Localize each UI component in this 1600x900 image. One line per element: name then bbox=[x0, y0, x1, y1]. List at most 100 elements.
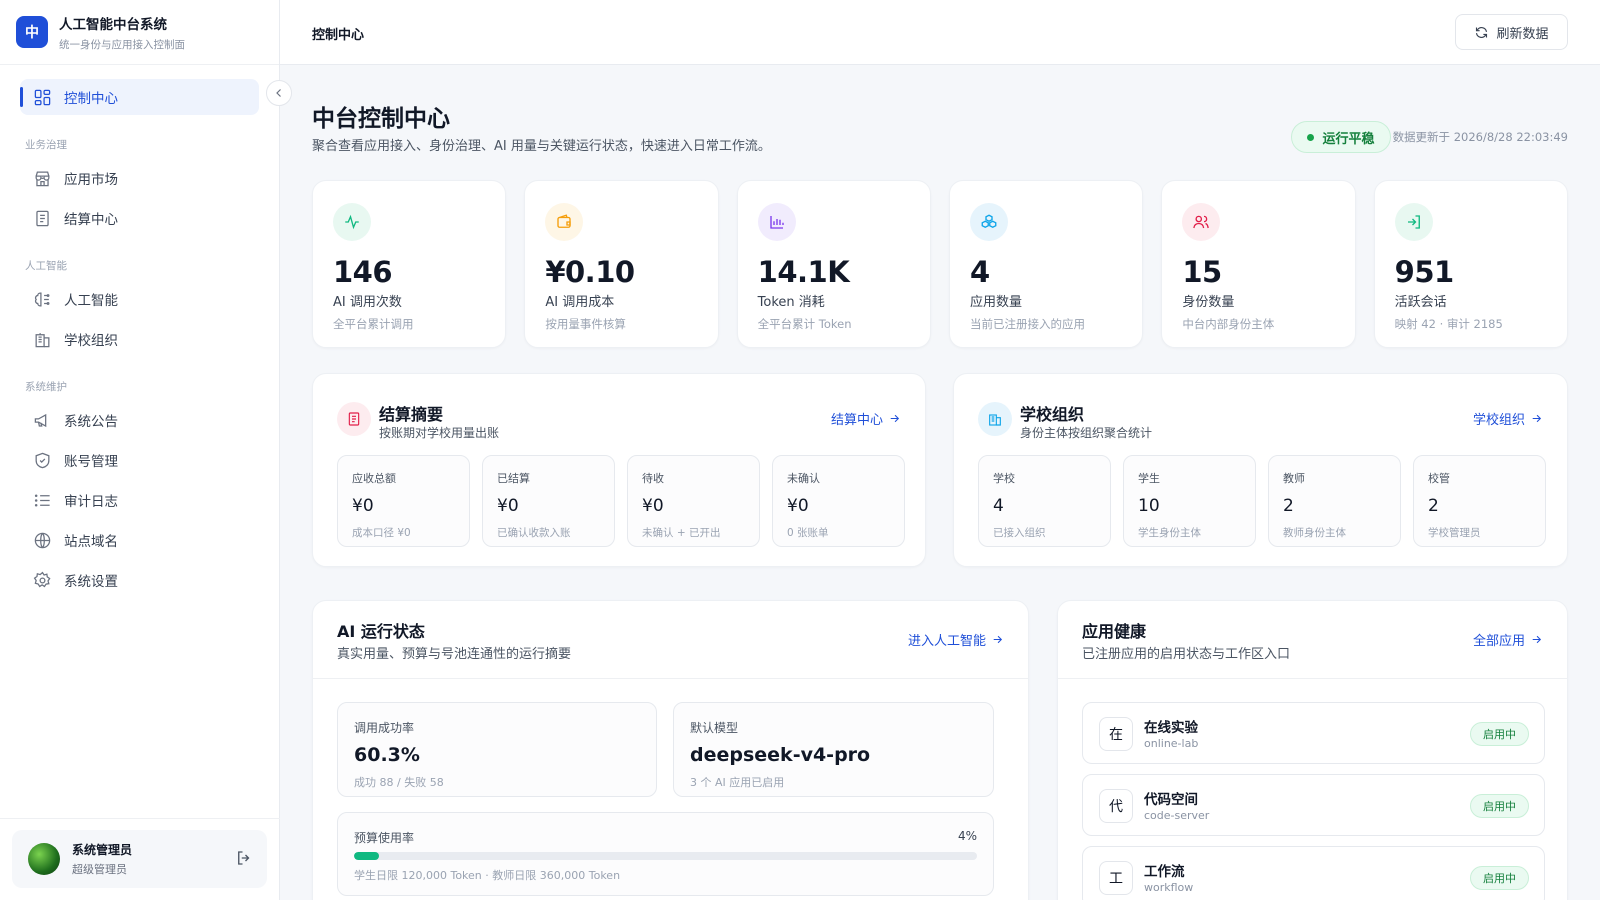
metric-value: 2 bbox=[1428, 496, 1439, 516]
metric-sub: 已确认收款入账 bbox=[497, 527, 571, 539]
stat-sub: 全平台累计调用 bbox=[333, 317, 414, 331]
refresh-icon bbox=[1476, 26, 1488, 38]
logout-icon[interactable] bbox=[235, 849, 253, 867]
stat-value: ¥0.10 bbox=[545, 255, 635, 289]
arrow-right-icon bbox=[1532, 635, 1542, 644]
stat-sub: 按用量事件核算 bbox=[545, 317, 626, 331]
app-row-online-lab[interactable]: 在 在线实验 online-lab 启用中 bbox=[1082, 702, 1545, 764]
school-org-link[interactable]: 学校组织 bbox=[1473, 409, 1543, 428]
refresh-button[interactable]: 刷新数据 bbox=[1455, 14, 1568, 50]
metric-label: 默认模型 bbox=[690, 721, 739, 735]
app-row-workflow[interactable]: 工 工作流 workflow 启用中 bbox=[1082, 846, 1545, 900]
receipt-icon bbox=[337, 402, 371, 436]
metric-sub: 0 张账单 bbox=[787, 527, 829, 539]
sidebar-item-label: 审计日志 bbox=[64, 494, 118, 510]
settlement-panel: 结算摘要 按账期对学校用量出账 结算中心 应收总额 ¥0 成本口径 ¥0 已结算… bbox=[312, 373, 926, 567]
user-role: 超级管理员 bbox=[72, 863, 127, 876]
brand-title: 人工智能中台系统 bbox=[59, 16, 167, 33]
metric-sub: 未确认 + 已开出 bbox=[642, 527, 721, 539]
app-row-code-server[interactable]: 代 代码空间 code-server 启用中 bbox=[1082, 774, 1545, 836]
school-panel: 学校组织 身份主体按组织聚合统计 学校组织 学校 4 已接入组织 学生 10 学… bbox=[953, 373, 1568, 567]
sidebar-item-ai[interactable]: 人工智能 bbox=[20, 281, 259, 317]
stat-sub: 映射 42 · 审计 2185 bbox=[1394, 317, 1503, 331]
megaphone-icon bbox=[34, 413, 47, 427]
sidebar: 中 人工智能中台系统 统一身份与应用接入控制面 控制中心 业务治理 应用市场 结… bbox=[0, 0, 280, 900]
link-label: 结算中心 bbox=[830, 413, 883, 428]
sidebar-item-school[interactable]: 学校组织 bbox=[20, 321, 259, 357]
login-icon bbox=[1394, 203, 1433, 241]
sidebar-collapse-button[interactable] bbox=[266, 80, 292, 106]
budget-label: 预算使用率 bbox=[354, 831, 415, 845]
sidebar-item-accounts[interactable]: 账号管理 bbox=[20, 442, 259, 478]
success-rate-value: 60.3% bbox=[354, 744, 420, 766]
stat-label: 身份数量 bbox=[1182, 295, 1235, 310]
app-name: 在线实验 bbox=[1144, 720, 1198, 736]
metric-value: ¥0 bbox=[352, 496, 374, 516]
metric-card: 教师 2 教师身份主体 bbox=[1268, 455, 1401, 547]
chevron-left-icon bbox=[276, 89, 281, 97]
stat-card-ai-calls: 146 AI 调用次数 全平台累计调用 bbox=[312, 180, 507, 348]
user-card[interactable]: 系统管理员 超级管理员 bbox=[12, 830, 267, 888]
sidebar-item-announcement[interactable]: 系统公告 bbox=[20, 402, 259, 438]
metric-sub: 成功 88 / 失败 58 bbox=[354, 776, 444, 789]
stat-label: AI 调用次数 bbox=[333, 295, 402, 310]
topbar: 控制中心 刷新数据 bbox=[280, 0, 1600, 65]
sidebar-item-settings[interactable]: 系统设置 bbox=[20, 562, 259, 598]
sidebar-item-label: 学校组织 bbox=[64, 333, 118, 349]
metric-label: 待收 bbox=[642, 472, 664, 485]
stat-value: 15 bbox=[1182, 255, 1222, 289]
sidebar-item-label: 站点域名 bbox=[64, 534, 118, 550]
sidebar-item-dashboard[interactable]: 控制中心 bbox=[20, 79, 259, 115]
budget-progress-bar bbox=[354, 852, 977, 860]
arrow-right-icon bbox=[890, 414, 900, 423]
stat-card-sessions: 951 活跃会话 映射 42 · 审计 2185 bbox=[1373, 180, 1568, 348]
nav-group-label: 人工智能 bbox=[25, 260, 67, 272]
updated-timestamp: 数据更新于 2026/8/28 22:03:49 bbox=[1392, 130, 1568, 144]
sidebar-item-label: 系统设置 bbox=[64, 574, 118, 590]
breadcrumb: 控制中心 bbox=[312, 28, 365, 43]
budget-card: 预算使用率 4% 学生日限 120,000 Token · 教师日限 360,0… bbox=[337, 812, 994, 896]
sidebar-item-app-market[interactable]: 应用市场 bbox=[20, 160, 259, 196]
brand-subtitle: 统一身份与应用接入控制面 bbox=[59, 38, 185, 51]
stat-label: 应用数量 bbox=[969, 295, 1022, 310]
settlement-center-link[interactable]: 结算中心 bbox=[831, 409, 901, 428]
metric-sub: 学生身份主体 bbox=[1138, 527, 1201, 539]
stat-sub: 全平台累计 Token bbox=[757, 317, 852, 331]
sidebar-item-label: 账号管理 bbox=[64, 454, 118, 470]
panel-subtitle: 身份主体按组织聚合统计 bbox=[1020, 426, 1153, 440]
panel-subtitle: 按账期对学校用量出账 bbox=[379, 426, 500, 440]
metric-label: 应收总额 bbox=[352, 472, 396, 485]
metric-value: 4 bbox=[993, 496, 1004, 516]
stat-card-ai-cost: ¥0.10 AI 调用成本 按用量事件核算 bbox=[524, 180, 719, 348]
budget-sub: 学生日限 120,000 Token · 教师日限 360,000 Token bbox=[354, 869, 621, 882]
panel-title: 学校组织 bbox=[1020, 405, 1085, 424]
sidebar-item-settlement[interactable]: 结算中心 bbox=[20, 200, 259, 236]
panel-title: 应用健康 bbox=[1082, 622, 1147, 641]
enter-ai-link[interactable]: 进入人工智能 bbox=[908, 630, 1004, 649]
success-rate-card: 调用成功率 60.3% 成功 88 / 失败 58 bbox=[337, 702, 657, 797]
sidebar-nav: 控制中心 业务治理 应用市场 结算中心 人工智能 人工智能 学校组织 系统维护 … bbox=[0, 65, 279, 598]
wallet-icon bbox=[545, 203, 584, 241]
sidebar-item-domains[interactable]: 站点域名 bbox=[20, 522, 259, 558]
stat-card-identities: 15 身份数量 中台内部身份主体 bbox=[1161, 180, 1356, 348]
stat-label: Token 消耗 bbox=[757, 295, 825, 310]
sidebar-item-audit[interactable]: 审计日志 bbox=[20, 482, 259, 518]
ai-status-panel: AI 运行状态 真实用量、预算与号池连通性的运行摘要 进入人工智能 调用成功率 … bbox=[312, 600, 1029, 900]
sidebar-item-label: 控制中心 bbox=[64, 91, 118, 107]
stat-sub: 中台内部身份主体 bbox=[1182, 317, 1275, 331]
settlement-metrics: 应收总额 ¥0 成本口径 ¥0 已结算 ¥0 已确认收款入账 待收 ¥0 未确认… bbox=[337, 455, 905, 547]
nav-group-label: 业务治理 bbox=[25, 139, 67, 151]
panel-title: 结算摘要 bbox=[379, 405, 444, 424]
status-dot bbox=[1307, 133, 1315, 141]
globe-icon bbox=[34, 532, 51, 548]
bar-chart-icon bbox=[757, 203, 796, 241]
stats-row: 146 AI 调用次数 全平台累计调用 ¥0.10 AI 调用成本 按用量事件核… bbox=[312, 180, 1568, 348]
metric-sub: 已接入组织 bbox=[993, 527, 1046, 539]
all-apps-link[interactable]: 全部应用 bbox=[1473, 630, 1543, 649]
default-model-card: 默认模型 deepseek-v4-pro 3 个 AI 应用已启用 bbox=[673, 702, 994, 797]
metric-value: ¥0 bbox=[497, 496, 519, 516]
store-icon bbox=[35, 171, 50, 186]
metric-card: 未确认 ¥0 0 张账单 bbox=[772, 455, 905, 547]
metric-card: 学校 4 已接入组织 bbox=[978, 455, 1111, 547]
link-label: 进入人工智能 bbox=[907, 634, 986, 649]
